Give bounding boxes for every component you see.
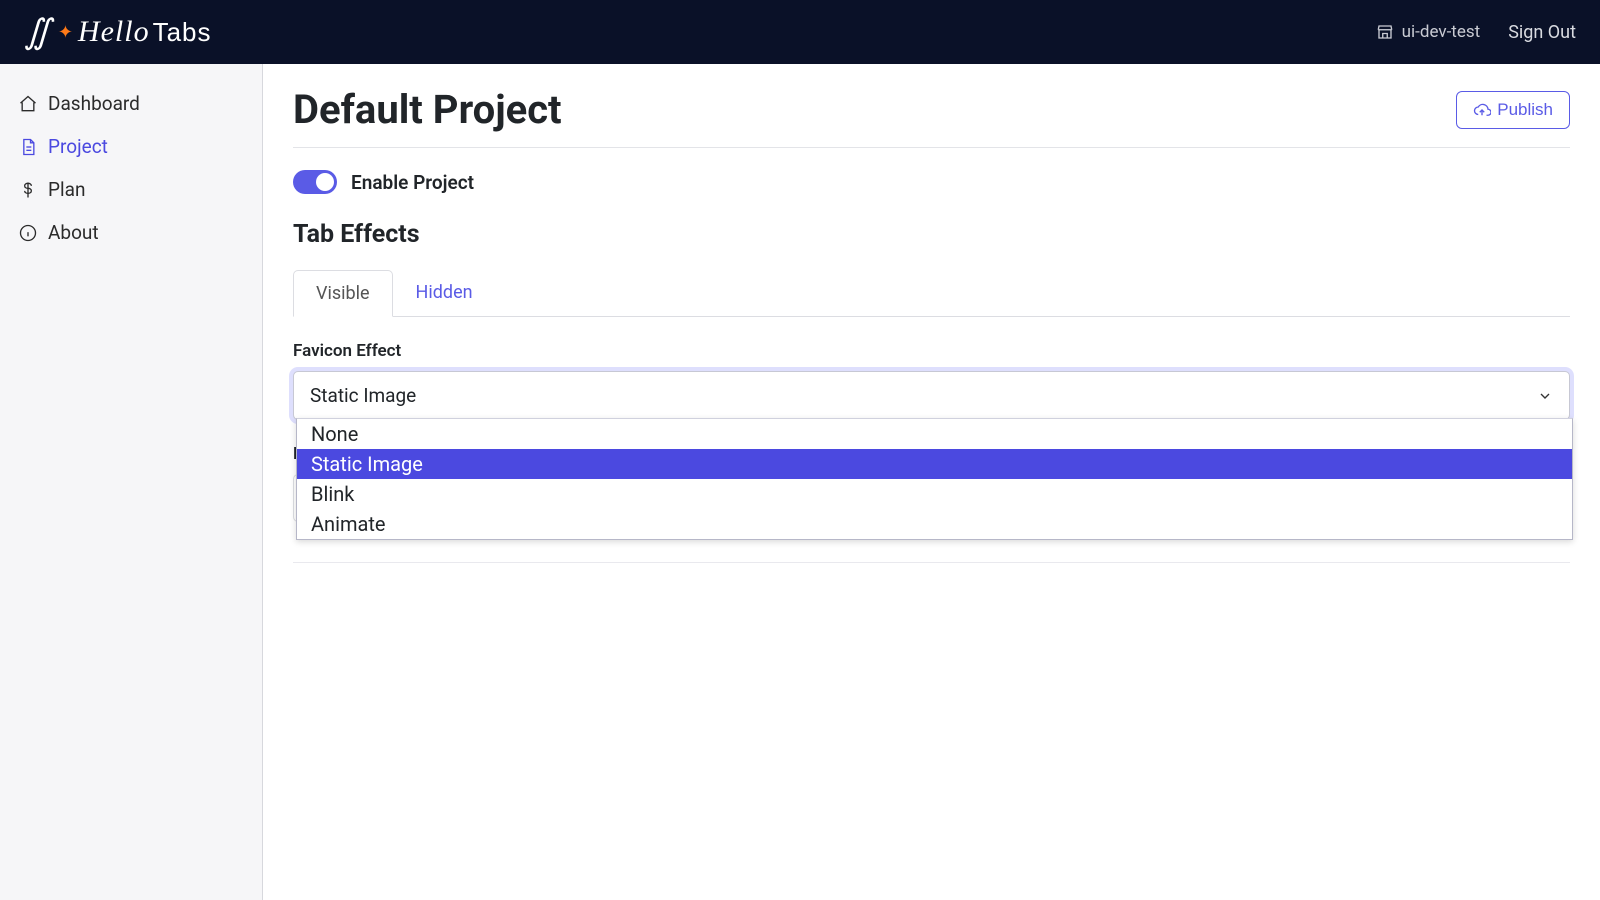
favicon-effect-label: Favicon Effect: [293, 341, 1570, 361]
effect-tabs: Visible Hidden: [293, 269, 1570, 317]
logo-star-icon: ✦: [58, 22, 74, 43]
toggle-knob: [316, 173, 334, 191]
section-divider: [293, 562, 1570, 563]
logo-text-hello: Hello: [78, 15, 150, 49]
logo-wave-icon: ∬: [24, 12, 52, 52]
cloud-upload-icon: [1473, 101, 1491, 119]
dropdown-option-blink[interactable]: Blink: [297, 479, 1572, 509]
favicon-effect-dropdown: None Static Image Blink Animate: [296, 418, 1573, 540]
tab-visible[interactable]: Visible: [293, 270, 393, 317]
sidebar-item-label: Plan: [48, 178, 85, 201]
sidebar-item-project[interactable]: Project: [14, 125, 248, 168]
dropdown-option-none[interactable]: None: [297, 419, 1572, 449]
logo-text-tabs: Tabs: [153, 17, 212, 48]
sidebar-item-label: About: [48, 221, 99, 244]
sidebar-item-plan[interactable]: Plan: [14, 168, 248, 211]
sidebar-item-about[interactable]: About: [14, 211, 248, 254]
chevron-down-icon: [1537, 388, 1553, 404]
enable-project-label: Enable Project: [351, 171, 474, 194]
store-icon: [1376, 23, 1394, 41]
info-icon: [18, 223, 38, 243]
favicon-effect-selected: Static Image: [310, 384, 416, 407]
dropdown-option-static-image[interactable]: Static Image: [297, 449, 1572, 479]
file-icon: [18, 137, 38, 157]
signout-link[interactable]: Sign Out: [1508, 22, 1576, 43]
publish-label: Publish: [1497, 100, 1553, 120]
sidebar-item-label: Dashboard: [48, 92, 140, 115]
tab-effects-heading: Tab Effects: [293, 220, 1570, 249]
main-panel: Default Project Publish Enable Project T…: [263, 64, 1600, 900]
publish-button[interactable]: Publish: [1456, 91, 1570, 129]
dollar-icon: [18, 180, 38, 200]
sidebar-item-dashboard[interactable]: Dashboard: [14, 82, 248, 125]
tab-hidden[interactable]: Hidden: [393, 269, 496, 316]
sidebar: Dashboard Project Plan About: [0, 64, 263, 900]
dropdown-option-animate[interactable]: Animate: [297, 509, 1572, 539]
enable-project-toggle[interactable]: [293, 170, 337, 194]
page-title: Default Project: [293, 86, 562, 133]
user-label: ui-dev-test: [1402, 22, 1481, 42]
user-chip[interactable]: ui-dev-test: [1376, 22, 1481, 42]
sidebar-item-label: Project: [48, 135, 108, 158]
app-logo[interactable]: ∬ ✦ Hello Tabs: [24, 12, 212, 52]
favicon-effect-select[interactable]: Static Image: [293, 371, 1570, 420]
home-icon: [18, 94, 38, 114]
